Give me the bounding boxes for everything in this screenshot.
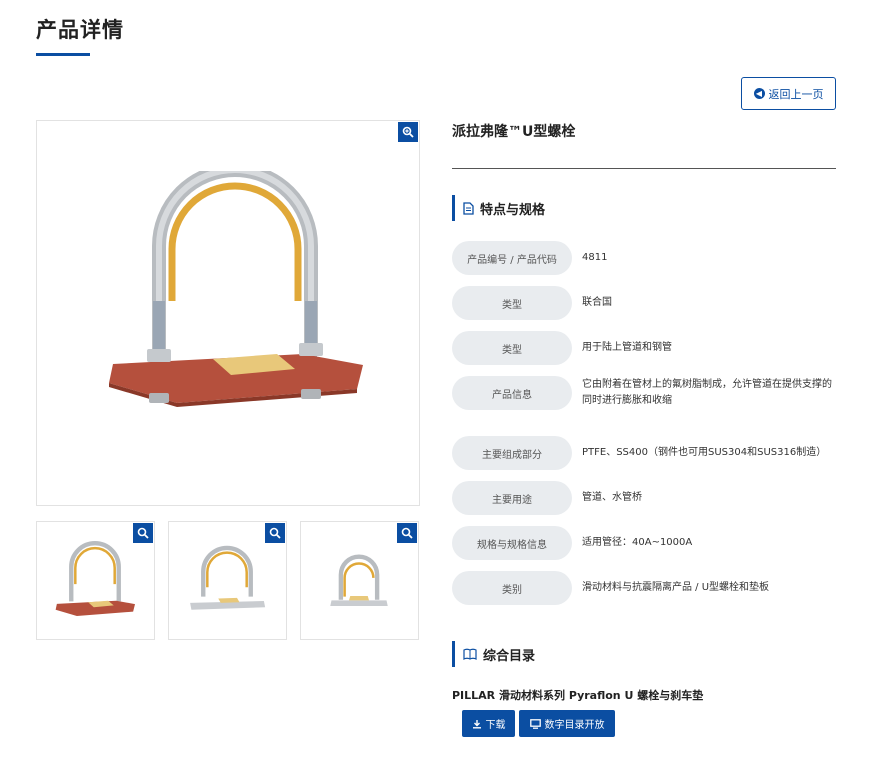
zoom-in-icon[interactable] — [133, 523, 153, 543]
zoom-in-icon[interactable] — [265, 523, 285, 543]
catalog-heading-label: 综合目录 — [483, 648, 536, 664]
divider — [452, 168, 836, 169]
spec-label: 类别 — [452, 571, 572, 605]
spec-row: 类型 用于陆上管道和钢管 — [452, 331, 836, 365]
spec-row: 类型 联合国 — [452, 286, 836, 320]
arrow-left-circle-icon: ◀ — [753, 88, 765, 99]
u-bolt-thumb-image — [55, 541, 135, 616]
spec-value: 4811 — [582, 252, 608, 263]
spec-row: 规格与规格信息 适用管径：40A~1000A — [452, 526, 836, 560]
spec-label: 类型 — [452, 286, 572, 320]
spec-row: 产品编号 / 产品代码 4811 — [452, 241, 836, 275]
spec-label: 主要用途 — [452, 481, 572, 515]
spec-label: 产品编号 / 产品代码 — [452, 241, 572, 275]
spec-value: 用于陆上管道和钢管 — [582, 342, 672, 353]
spec-row: 主要组成部分 PTFE、SS400（钢件也可用SUS304和SUS316制造） — [452, 436, 836, 470]
spec-label: 规格与规格信息 — [452, 526, 572, 560]
spec-value: 适用管径：40A~1000A — [582, 537, 693, 548]
catalog-item-title: PILLAR 滑动材料系列 Pyraflon U 螺栓与刹车垫 — [452, 689, 704, 702]
download-button[interactable]: 下载 — [462, 710, 515, 737]
spec-label: 类型 — [452, 331, 572, 365]
spec-value: PTFE、SS400（钢件也可用SUS304和SUS316制造） — [582, 447, 827, 458]
spec-label: 产品信息 — [452, 376, 572, 410]
thumbnail-1[interactable] — [36, 521, 155, 640]
download-button-label: 下载 — [485, 720, 506, 731]
title-underline — [36, 53, 90, 56]
spec-value: 管道、水管桥 — [582, 492, 642, 503]
book-icon — [463, 648, 477, 660]
spec-value: 它由附着在管材上的氟树脂制成，允许管道在提供支撑的同时进行膨胀和收缩 — [582, 379, 832, 406]
specs-heading-label: 特点与规格 — [480, 202, 546, 218]
document-icon — [463, 201, 474, 215]
zoom-in-icon[interactable] — [397, 523, 417, 543]
page-title: 产品详情 — [36, 18, 124, 42]
download-icon — [472, 719, 481, 729]
spec-row: 主要用途 管道、水管桥 — [452, 481, 836, 515]
thumbnail-2[interactable] — [168, 521, 287, 640]
specs-heading: 特点与规格 — [452, 195, 545, 221]
product-name: 派拉弗隆™U型螺栓 — [452, 124, 576, 140]
spec-value: 联合国 — [582, 297, 612, 308]
u-bolt-thumb-image — [330, 554, 388, 606]
digital-catalog-button-label: 数字目录开放 — [544, 720, 605, 731]
spec-label: 主要组成部分 — [452, 436, 572, 470]
spec-row: 产品信息 它由附着在管材上的氟树脂制成，允许管道在提供支撑的同时进行膨胀和收缩 — [452, 376, 836, 410]
zoom-in-icon[interactable] — [398, 122, 418, 142]
u-bolt-image — [109, 171, 363, 407]
monitor-icon — [529, 718, 541, 729]
u-bolt-thumb-image — [190, 545, 266, 610]
main-product-image[interactable] — [36, 120, 420, 506]
spec-row: 类别 滑动材料与抗震隔离产品 / U型螺栓和垫板 — [452, 571, 836, 605]
spec-value: 滑动材料与抗震隔离产品 / U型螺栓和垫板 — [582, 582, 770, 593]
back-button[interactable]: ◀ 返回上一页 — [741, 77, 836, 110]
back-button-label: 返回上一页 — [768, 87, 824, 101]
catalog-heading: 综合目录 — [452, 641, 535, 667]
digital-catalog-button[interactable]: 数字目录开放 — [519, 710, 615, 737]
thumbnail-3[interactable] — [300, 521, 419, 640]
